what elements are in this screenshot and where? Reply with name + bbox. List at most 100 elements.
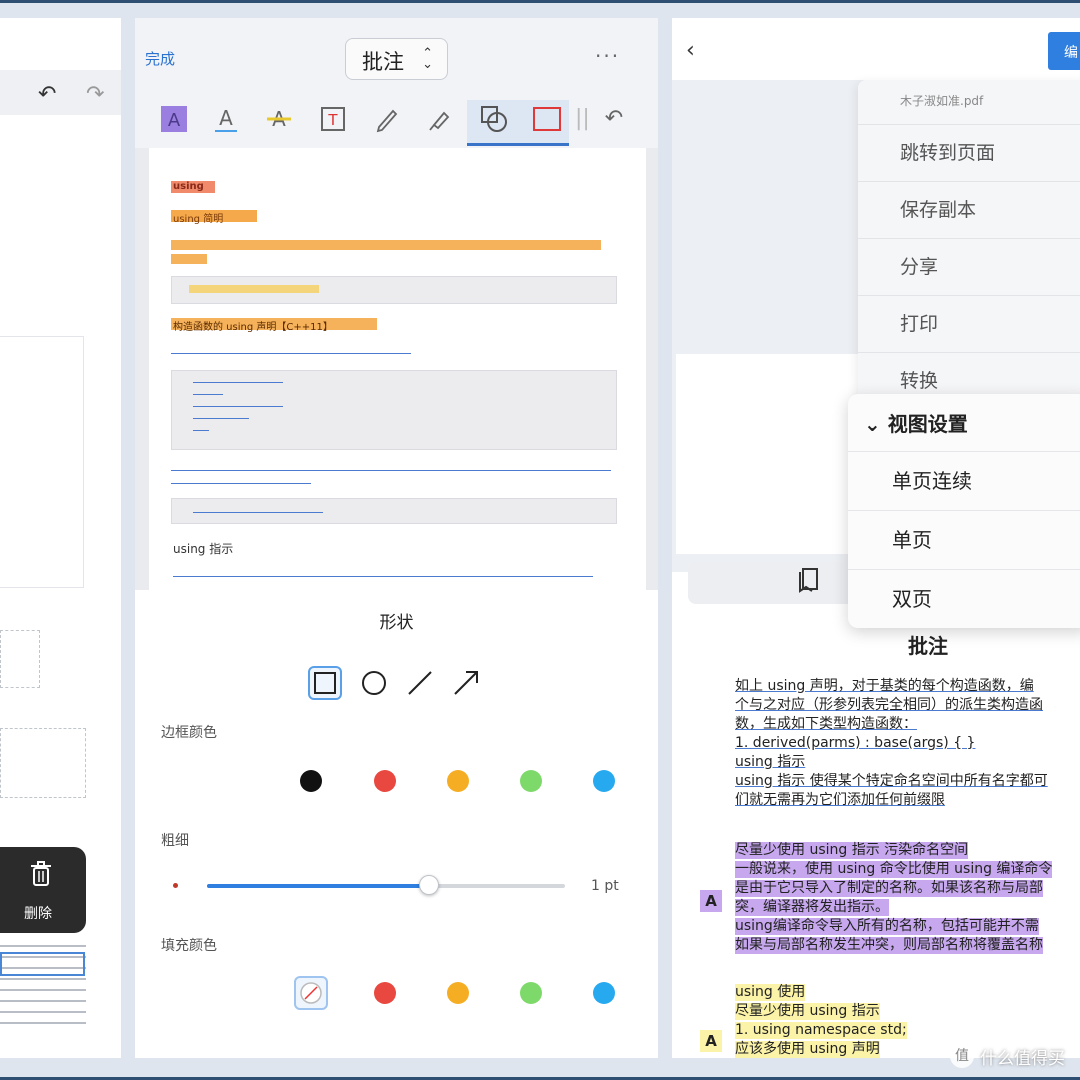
code-block: [171, 498, 617, 524]
underline-mark: [173, 576, 593, 577]
file-name: 木子淑如准.pdf: [900, 94, 984, 108]
menu-item-double-page[interactable]: 双页: [848, 569, 1080, 628]
border-color-swatch[interactable]: [593, 770, 615, 792]
menu-item-single-continuous[interactable]: 单页连续: [848, 451, 1080, 510]
document-view[interactable]: using using 简明 构造函数的 using 声明【C++11】 usi…: [135, 148, 658, 590]
arrow-icon: [454, 671, 478, 695]
rectangle-icon[interactable]: [530, 102, 564, 136]
annotation-text-line: using 指示: [735, 754, 806, 770]
menu-item-go-to-page[interactable]: 跳转到页面: [858, 124, 1080, 181]
marker-icon[interactable]: [423, 102, 457, 136]
annotation-text-line: 们就无需再为它们添加任何前缀限: [735, 792, 945, 808]
highlight-mark: [189, 285, 319, 293]
left-annotation-box: [0, 728, 86, 798]
annotation-text-line: 尽量少使用 using 指示 污染命名空间: [735, 842, 969, 859]
underline-mark: [193, 512, 323, 513]
border-color-swatch[interactable]: [374, 770, 396, 792]
square-icon: [314, 672, 336, 694]
highlight-box-icon[interactable]: A: [157, 102, 191, 136]
redo-icon[interactable]: ↷: [86, 82, 104, 107]
highlight-mark: [171, 240, 601, 250]
document-page: using using 简明 构造函数的 using 声明【C++11】 usi…: [149, 148, 646, 590]
line-shape-button[interactable]: [403, 666, 437, 700]
undo-icon[interactable]: ↶: [597, 102, 631, 136]
border-color-swatch[interactable]: [447, 770, 469, 792]
fill-color-swatch[interactable]: [447, 982, 469, 1004]
delete-popup[interactable]: 删除: [0, 847, 86, 933]
underline-mark: [193, 418, 249, 419]
annotation-text-line: using 使用: [735, 984, 806, 1001]
underline-mark: [193, 394, 223, 395]
annotation-text-line: 如上 using 声明，对于基类的每个构造函数，编: [735, 678, 1034, 694]
pencil-icon[interactable]: [370, 102, 404, 136]
edit-button[interactable]: 编: [1048, 32, 1080, 70]
svg-text:A: A: [168, 110, 181, 131]
border-color-label: 边框颜色: [161, 725, 217, 741]
mode-selector[interactable]: 批注 ⌃ ⌄: [345, 38, 448, 80]
thickness-slider-fill: [207, 884, 429, 888]
svg-text:T: T: [327, 111, 338, 129]
chevron-down-icon: ⌄: [864, 412, 881, 436]
fill-color-swatch[interactable]: [374, 982, 396, 1004]
left-selection-box[interactable]: [0, 952, 85, 976]
annotation-list-title: 批注: [908, 634, 948, 658]
annotation-text-line: 1. using namespace std;: [735, 1022, 907, 1039]
strikethrough-icon[interactable]: A: [262, 102, 296, 136]
thickness-slider-handle[interactable]: [418, 875, 439, 895]
no-fill-icon: [300, 982, 322, 1004]
top-frame: [0, 0, 1080, 3]
menu-item-share[interactable]: 分享: [858, 238, 1080, 295]
view-settings-menu: ⌄ 视图设置 单页连续 单页 双页: [848, 394, 1080, 628]
underline-mark: [193, 406, 283, 407]
underline-mark: [171, 470, 611, 471]
done-button[interactable]: 完成: [145, 48, 175, 69]
trash-icon: [31, 861, 51, 886]
more-menu: 木子淑如准.pdf 跳转到页面 保存副本 分享 打印 转换: [858, 80, 1080, 410]
border-color-swatch[interactable]: [300, 770, 322, 792]
mode-label: 批注: [362, 50, 404, 74]
underline-mark: [171, 353, 411, 354]
annotation-text-line: 一般说来，使用 using 命令比使用 using 编译命令: [735, 861, 1053, 878]
chevron-left-icon[interactable]: ‹: [686, 38, 695, 63]
fill-color-swatch[interactable]: [520, 982, 542, 1004]
fill-color-no-fill[interactable]: [294, 976, 328, 1010]
delete-label: 删除: [24, 906, 52, 922]
arrow-shape-button[interactable]: [449, 666, 483, 700]
toolbar-divider: ||: [575, 106, 590, 131]
more-icon[interactable]: ···: [595, 44, 620, 68]
fill-color-swatch[interactable]: [593, 982, 615, 1004]
text-box-icon[interactable]: T: [316, 102, 350, 136]
reader-panel: ‹ 编 木子淑如准.pdf 跳转到页面 保存副本 分享 打印 转换 ⌄ 视图设置…: [672, 18, 1080, 1058]
view-settings-label: 视图设置: [887, 412, 968, 436]
circle-shape-button[interactable]: [357, 666, 391, 700]
annotation-text-line: 数，生成如下类型构造函数：: [735, 716, 917, 732]
left-panel: ↶ ↷ 删除: [0, 18, 121, 1058]
annotation-text-line: 应该多使用 using 声明: [735, 1041, 880, 1058]
view-settings-header[interactable]: ⌄ 视图设置: [864, 408, 968, 437]
annotation-text-line: 1. derived(parms) : base(args) { }: [735, 735, 976, 751]
bookmark-icon[interactable]: [798, 567, 820, 593]
annotation-text-line: 如果与局部名称发生冲突，则局部名称将覆盖名称: [735, 937, 1043, 954]
text-underline-icon[interactable]: A: [209, 102, 243, 136]
undo-icon[interactable]: ↶: [38, 82, 56, 107]
annotation-text-line: 尽量少使用 using 指示: [735, 1003, 880, 1020]
menu-item-single-page[interactable]: 单页: [848, 510, 1080, 569]
left-text-lines: [0, 936, 86, 1033]
circle-icon: [362, 671, 386, 695]
doc-heading-4: using 指示: [173, 542, 234, 556]
doc-heading-3: 构造函数的 using 声明【C++11】: [173, 322, 333, 333]
underline-mark: [193, 430, 209, 431]
shapes-icon[interactable]: [477, 102, 511, 136]
thickness-label: 粗细: [161, 833, 189, 849]
square-shape-button[interactable]: [308, 666, 342, 700]
annotation-text-line: 是由于它只导入了制定的名称。如果该名称与局部: [735, 880, 1043, 897]
left-page-thumbnail: [0, 336, 84, 588]
annotation-text-line: 个与之对应（形参列表完全相同）的派生类构造函: [735, 697, 1043, 713]
underline-mark: [171, 483, 311, 484]
border-color-swatch[interactable]: [520, 770, 542, 792]
highlight-marker-icon: A: [700, 1030, 722, 1052]
menu-item-save-copy[interactable]: 保存副本: [858, 181, 1080, 238]
menu-item-print[interactable]: 打印: [858, 295, 1080, 352]
underline-mark: [193, 382, 283, 383]
highlight-marker-icon: A: [700, 890, 722, 912]
